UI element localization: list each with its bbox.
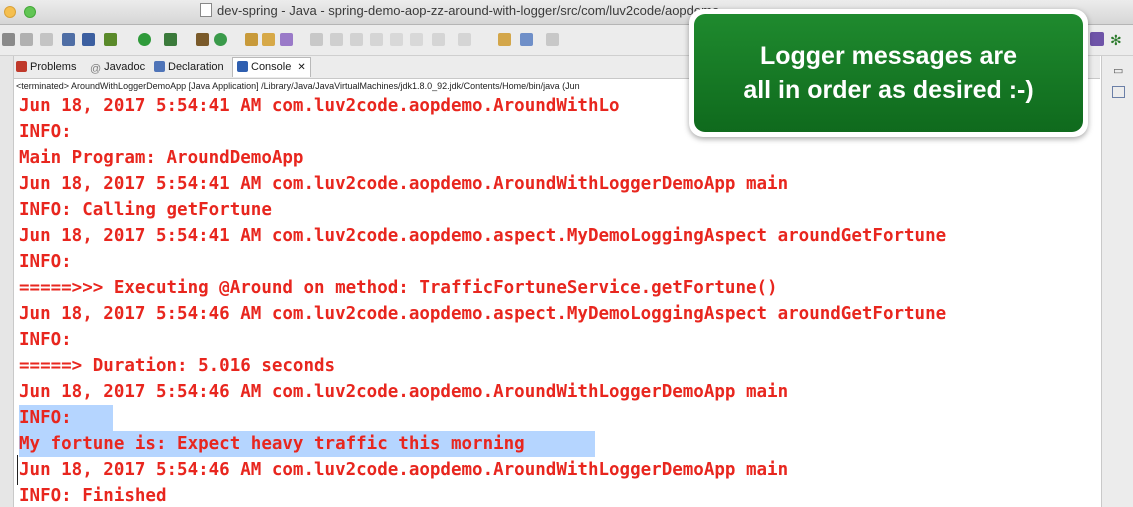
console-line: INFO:	[19, 252, 72, 272]
close-icon[interactable]: ✕	[297, 62, 305, 73]
block-icon[interactable]	[390, 33, 403, 46]
annotation-icon[interactable]	[370, 33, 383, 46]
console-line: =====>>> Executing @Around on method: Tr…	[19, 278, 778, 298]
debug-perspective-icon[interactable]: ✻	[1110, 32, 1122, 49]
tab-console-label: Console	[251, 61, 292, 73]
console-line: INFO:	[19, 122, 72, 142]
console-icon	[237, 61, 248, 72]
console-line: Jun 18, 2017 5:54:41 AM com.luv2code.aop…	[19, 226, 947, 246]
debug-icon[interactable]	[104, 33, 117, 46]
right-trim: ▭	[1101, 56, 1133, 507]
tab-problems[interactable]: Problems	[16, 58, 76, 77]
console-line: INFO:	[19, 330, 72, 350]
print-icon[interactable]	[62, 33, 75, 46]
console-line-selected: INFO:	[19, 405, 113, 431]
tab-javadoc[interactable]: @ Javadoc	[90, 58, 145, 77]
forward-icon[interactable]	[546, 33, 559, 46]
tab-problems-label: Problems	[30, 61, 77, 73]
window-title-text: dev-spring - Java - spring-demo-aop-zz-a…	[217, 3, 720, 18]
annotation-callout: Logger messages are all in order as desi…	[689, 9, 1088, 137]
zoom-button[interactable]	[24, 6, 36, 18]
tab-declaration-label: Declaration	[168, 61, 224, 73]
search-icon[interactable]	[350, 33, 363, 46]
open-type-icon[interactable]	[245, 33, 258, 46]
console-line: Jun 18, 2017 5:54:46 AM com.luv2code.aop…	[19, 304, 947, 324]
mark-icon[interactable]	[330, 33, 343, 46]
back-icon[interactable]	[520, 33, 533, 46]
text-cursor	[17, 455, 18, 485]
at-icon: @	[90, 63, 102, 75]
callout-text: Logger messages are all in order as desi…	[699, 39, 1079, 107]
callout-line-2: all in order as desired :-)	[743, 76, 1034, 104]
console-line: Main Program: AroundDemoApp	[19, 148, 304, 168]
tab-javadoc-label: Javadoc	[104, 61, 146, 73]
console-line: =====> Duration: 5.016 seconds	[19, 356, 336, 376]
prev-annotation-icon[interactable]	[458, 33, 471, 46]
perspective-icon[interactable]	[1090, 32, 1104, 46]
callout-line-1: Logger messages are	[759, 42, 1018, 70]
console-line: Jun 18, 2017 5:54:41 AM com.luv2code.aop…	[19, 174, 789, 194]
new-icon[interactable]	[2, 33, 15, 46]
console-output[interactable]: Jun 18, 2017 5:54:41 AM com.luv2code.aop…	[16, 93, 1100, 507]
document-icon	[200, 3, 212, 17]
console-line-selected: My fortune is: Expect heavy traffic this…	[19, 431, 595, 457]
minimize-button[interactable]	[4, 6, 16, 18]
edit-icon[interactable]	[280, 33, 293, 46]
window-title: dev-spring - Java - spring-demo-aop-zz-a…	[200, 3, 719, 18]
external-tools-icon[interactable]	[196, 33, 209, 46]
toggle-icon[interactable]	[82, 33, 95, 46]
console-line: Jun 18, 2017 5:54:46 AM com.luv2code.aop…	[19, 460, 789, 480]
console-line: Jun 18, 2017 5:54:46 AM com.luv2code.aop…	[19, 382, 789, 402]
new-class-icon[interactable]	[214, 33, 227, 46]
tab-declaration[interactable]: Declaration	[154, 58, 224, 77]
view-icon[interactable]	[1112, 86, 1125, 98]
save-all-icon[interactable]	[40, 33, 53, 46]
console-line: INFO: Calling getFortune	[19, 200, 272, 220]
paragraph-icon[interactable]	[410, 33, 423, 46]
console-line: Jun 18, 2017 5:54:41 AM com.luv2code.aop…	[19, 96, 620, 116]
last-edit-icon[interactable]	[498, 33, 511, 46]
declaration-icon	[154, 61, 165, 72]
callout-box: Logger messages are all in order as desi…	[694, 14, 1083, 132]
open-folder-icon[interactable]	[262, 33, 275, 46]
save-icon[interactable]	[20, 33, 33, 46]
left-trim	[0, 56, 14, 507]
console-line: INFO: Finished	[19, 486, 167, 506]
restore-icon[interactable]: ▭	[1113, 64, 1123, 77]
tab-console[interactable]: Console ✕	[232, 57, 311, 77]
pin-icon[interactable]	[310, 33, 323, 46]
coverage-icon[interactable]	[164, 33, 177, 46]
run-icon[interactable]	[138, 33, 151, 46]
problems-icon	[16, 61, 27, 72]
next-annotation-icon[interactable]	[432, 33, 445, 46]
